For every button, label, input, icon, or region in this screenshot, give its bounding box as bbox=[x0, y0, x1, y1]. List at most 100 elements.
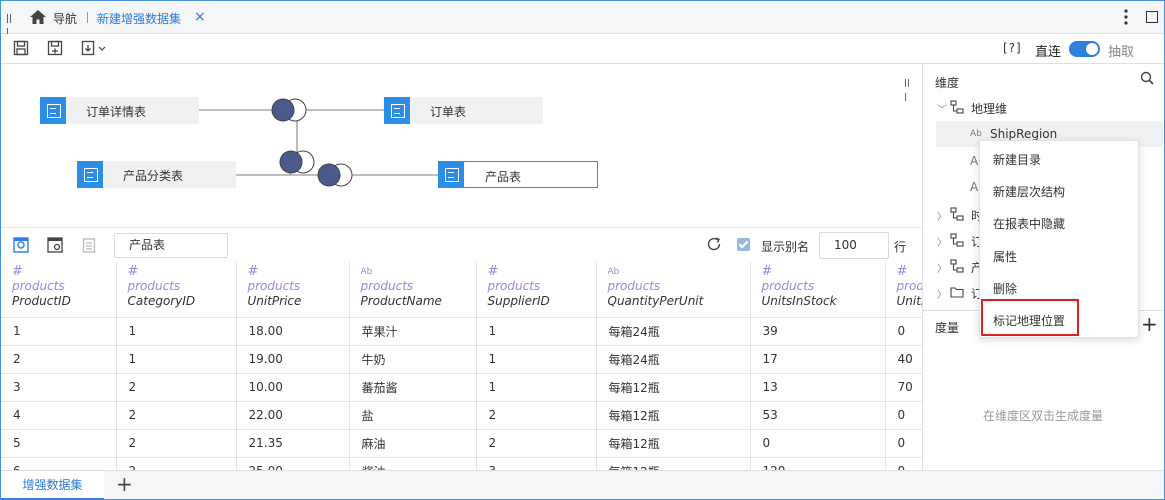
menu-item-hide-in-report[interactable]: 在报表中隐藏 bbox=[980, 208, 1138, 240]
preview-data-icon[interactable] bbox=[13, 237, 29, 253]
table-node-label: 订单表 bbox=[430, 105, 467, 119]
table-row[interactable]: 2 1 19.00 牛奶 1 每箱24瓶 17 40 bbox=[1, 345, 922, 374]
column-source: products bbox=[360, 279, 414, 293]
column-header[interactable]: # products UnitsInStock bbox=[750, 262, 886, 318]
column-source: products bbox=[896, 279, 923, 293]
table-cell: 25.00 bbox=[236, 457, 350, 470]
left-join-icon[interactable] bbox=[277, 148, 317, 176]
table-cell: 53 bbox=[750, 401, 886, 430]
table-row[interactable]: 1 1 18.00 苹果汁 1 每箱24瓶 39 0 bbox=[1, 317, 922, 346]
left-join-icon[interactable] bbox=[315, 161, 355, 189]
table-cell: 120 bbox=[750, 457, 886, 470]
inner-join-icon[interactable] bbox=[269, 96, 309, 124]
menu-item-new-hierarchy[interactable]: 新建层次结构 bbox=[980, 176, 1138, 208]
table-cell: 1 bbox=[1, 317, 117, 346]
chevron-right-icon[interactable]: 〉 bbox=[937, 208, 947, 223]
table-node-orders[interactable]: 订单表 bbox=[384, 97, 543, 124]
number-type-icon: # bbox=[247, 264, 259, 279]
menu-item-properties[interactable]: 属性 bbox=[980, 241, 1138, 273]
table-cell: 2 bbox=[1, 345, 117, 374]
hierarchy-icon bbox=[950, 233, 964, 247]
menu-grip-icon[interactable] bbox=[7, 12, 15, 37]
table-cell: 22.00 bbox=[236, 401, 350, 430]
number-type-icon: # bbox=[127, 264, 139, 279]
refresh-icon[interactable] bbox=[706, 236, 722, 252]
table-node-label: 订单详情表 bbox=[86, 105, 147, 119]
table-cell: 1 bbox=[476, 345, 597, 374]
column-header[interactable]: Ab products QuantityPerUnit bbox=[596, 262, 751, 318]
text-type-icon: A bbox=[970, 180, 979, 194]
table-icon bbox=[438, 161, 464, 188]
export-dropdown-icon[interactable] bbox=[81, 40, 109, 56]
table-cell: 18.00 bbox=[236, 317, 350, 346]
add-sheet-button[interactable]: + bbox=[116, 473, 133, 495]
tree-folder-geo-dimension[interactable]: ﹀ 地理维 bbox=[923, 94, 1163, 120]
tab-new-enhanced-dataset[interactable]: 新建增强数据集 bbox=[97, 10, 181, 27]
table-settings-icon[interactable] bbox=[47, 237, 63, 253]
table-node-products[interactable]: 产品表 bbox=[438, 161, 598, 188]
table-node-label: 产品分类表 bbox=[123, 169, 184, 183]
row-count-input[interactable]: 100 bbox=[819, 232, 889, 259]
column-header[interactable]: #productsUnits bbox=[885, 262, 923, 318]
table-cell: 每箱24瓶 bbox=[596, 317, 751, 346]
number-type-icon: # bbox=[12, 264, 23, 279]
table-cell: 10.00 bbox=[236, 373, 350, 402]
column-header[interactable]: # products CategoryID bbox=[116, 262, 237, 318]
show-alias-label: 显示别名 bbox=[761, 240, 810, 254]
column-header[interactable]: # products ProductID bbox=[1, 262, 117, 318]
tab-separator bbox=[87, 12, 88, 23]
highlight-box bbox=[981, 299, 1079, 336]
home-icon[interactable] bbox=[29, 9, 47, 25]
table-cell: 13 bbox=[750, 373, 886, 402]
add-measure-button[interactable]: + bbox=[1141, 314, 1158, 334]
tree-item-label: ShipRegion bbox=[990, 127, 1058, 141]
table-node-category[interactable]: 产品分类表 bbox=[77, 161, 236, 188]
sheet-tab-enhanced-dataset[interactable]: 增强数据集 bbox=[1, 471, 104, 500]
save-as-icon[interactable] bbox=[47, 40, 63, 56]
chevron-right-icon[interactable]: 〉 bbox=[937, 234, 947, 249]
table-row[interactable]: 4 2 22.00 盐 2 每箱12瓶 53 0 bbox=[1, 401, 922, 430]
table-cell: 牛奶 bbox=[349, 345, 477, 374]
table-cell: 5 bbox=[1, 429, 117, 458]
close-tab-icon[interactable]: × bbox=[194, 9, 206, 25]
column-header[interactable]: # products SupplierID bbox=[476, 262, 597, 318]
direct-extract-toggle[interactable] bbox=[1069, 41, 1100, 57]
number-type-icon: # bbox=[487, 264, 499, 279]
chevron-right-icon[interactable]: 〉 bbox=[937, 286, 947, 301]
table-cell: 39 bbox=[750, 317, 886, 346]
table-name-input[interactable]: 产品表 bbox=[114, 233, 228, 258]
table-cell: 每箱12瓶 bbox=[596, 429, 751, 458]
column-name: QuantityPerUnit bbox=[607, 294, 704, 308]
number-type-icon: # bbox=[761, 264, 773, 279]
collapse-panel-icon[interactable] bbox=[905, 76, 913, 101]
column-header[interactable]: Ab products ProductName bbox=[349, 262, 477, 318]
chevron-down-icon[interactable]: ﹀ bbox=[937, 101, 947, 116]
measure-empty-hint: 在维度区双击生成度量 bbox=[982, 409, 1103, 423]
column-header[interactable]: # products UnitPrice bbox=[236, 262, 350, 318]
table-node-order-details[interactable]: 订单详情表 bbox=[40, 97, 199, 124]
table-cell: 17 bbox=[750, 345, 886, 374]
table-cell: 每箱12瓶 bbox=[596, 401, 751, 430]
join-canvas[interactable]: 订单详情表 订单表 产品分类表 产品表 bbox=[1, 64, 922, 228]
table-cell: 2 bbox=[476, 401, 597, 430]
nav-tab-label[interactable]: 导航 bbox=[53, 10, 77, 27]
chevron-right-icon[interactable]: 〉 bbox=[937, 260, 947, 275]
table-cell: 蕃茄酱 bbox=[349, 373, 477, 402]
table-row[interactable]: 5 2 21.35 麻油 2 每箱12瓶 0 0 bbox=[1, 429, 922, 458]
data-preview-grid[interactable]: # products ProductID # products CategoryID # pr… bbox=[1, 262, 922, 470]
table-header-row: # products ProductID # products CategoryID # pr… bbox=[1, 262, 923, 318]
save-icon[interactable] bbox=[13, 40, 29, 56]
table-row[interactable]: 6225.00酱油3每箱12瓶1200 bbox=[1, 457, 922, 470]
maximize-icon[interactable] bbox=[1146, 11, 1158, 23]
data-table: # products ProductID # products CategoryID # pr… bbox=[1, 262, 922, 470]
table-icon bbox=[40, 97, 66, 124]
show-alias-checkbox[interactable] bbox=[737, 238, 750, 251]
help-button[interactable]: [?] bbox=[1003, 41, 1022, 55]
column-source: products bbox=[127, 279, 181, 293]
data-preview-toolbar: 产品表 显示别名 100 行 bbox=[1, 228, 922, 262]
menu-item-new-folder[interactable]: 新建目录 bbox=[980, 144, 1138, 176]
more-vertical-icon[interactable] bbox=[1123, 8, 1129, 26]
search-icon[interactable] bbox=[1140, 71, 1154, 85]
column-name: ProductID bbox=[12, 294, 71, 308]
table-row[interactable]: 3 2 10.00 蕃茄酱 1 每箱12瓶 13 70 bbox=[1, 373, 922, 402]
